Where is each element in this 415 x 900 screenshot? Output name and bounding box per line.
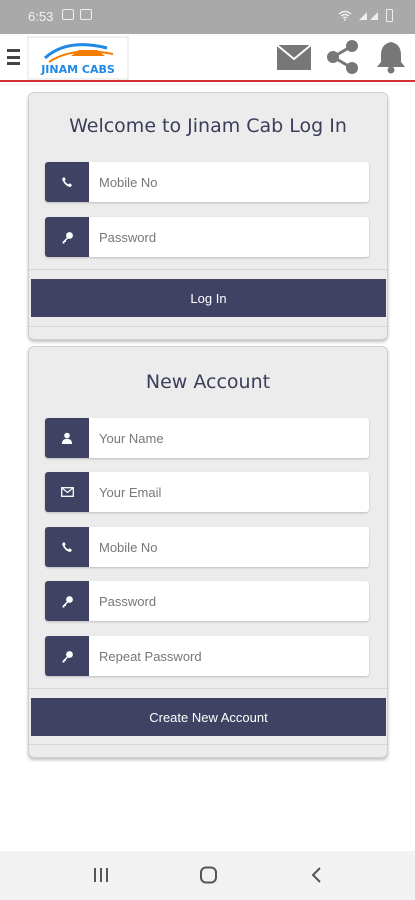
envelope-icon (45, 472, 89, 512)
signal-icon (359, 12, 378, 20)
recent-apps-icon[interactable] (92, 866, 110, 884)
repeat-password-input[interactable] (89, 636, 369, 676)
login-password-input[interactable] (89, 217, 369, 257)
status-bar: 6:53 (0, 0, 415, 34)
login-divider (29, 269, 387, 270)
svg-text:JINAM CABS: JINAM CABS (40, 63, 115, 76)
phone-icon (45, 527, 89, 567)
login-mobile-field[interactable] (45, 162, 369, 202)
register-mobile-input[interactable] (89, 527, 369, 567)
image-icon (80, 9, 92, 20)
login-mobile-input[interactable] (89, 162, 369, 202)
bell-icon[interactable] (376, 40, 406, 74)
user-icon (45, 418, 89, 458)
name-field[interactable] (45, 418, 369, 458)
gallery-icon (62, 9, 74, 20)
login-button[interactable]: Log In (31, 279, 386, 317)
create-account-button[interactable]: Create New Account (31, 698, 386, 736)
share-icon[interactable] (325, 39, 361, 75)
status-time: 6:53 (28, 9, 54, 24)
email-input[interactable] (89, 472, 369, 512)
new-account-card: New Account Create New Account (28, 346, 388, 758)
phone-icon (45, 162, 89, 202)
register-password-field[interactable] (45, 581, 369, 621)
login-password-field[interactable] (45, 217, 369, 257)
register-mobile-field[interactable] (45, 527, 369, 567)
register-divider (29, 688, 387, 689)
battery-icon (386, 9, 393, 22)
menu-icon[interactable] (7, 49, 20, 65)
home-icon[interactable] (199, 866, 219, 884)
register-password-input[interactable] (89, 581, 369, 621)
wifi-icon (338, 10, 352, 21)
notification-icons (62, 9, 92, 20)
system-nav-bar (0, 851, 415, 900)
jinam-cabs-logo[interactable]: JINAM CABS (27, 36, 129, 80)
login-card: Welcome to Jinam Cab Log In Log In (28, 92, 388, 340)
key-icon (45, 581, 89, 621)
mail-icon[interactable] (276, 44, 312, 71)
login-footer-divider (29, 326, 387, 327)
repeat-password-field[interactable] (45, 636, 369, 676)
register-footer-divider (29, 744, 387, 745)
name-input[interactable] (89, 418, 369, 458)
email-field[interactable] (45, 472, 369, 512)
login-title: Welcome to Jinam Cab Log In (69, 115, 347, 137)
app-header: JINAM CABS (0, 34, 415, 82)
key-icon (45, 636, 89, 676)
key-icon (45, 217, 89, 257)
status-indicators (338, 9, 393, 22)
new-account-title: New Account (145, 371, 271, 393)
back-icon[interactable] (309, 866, 325, 884)
